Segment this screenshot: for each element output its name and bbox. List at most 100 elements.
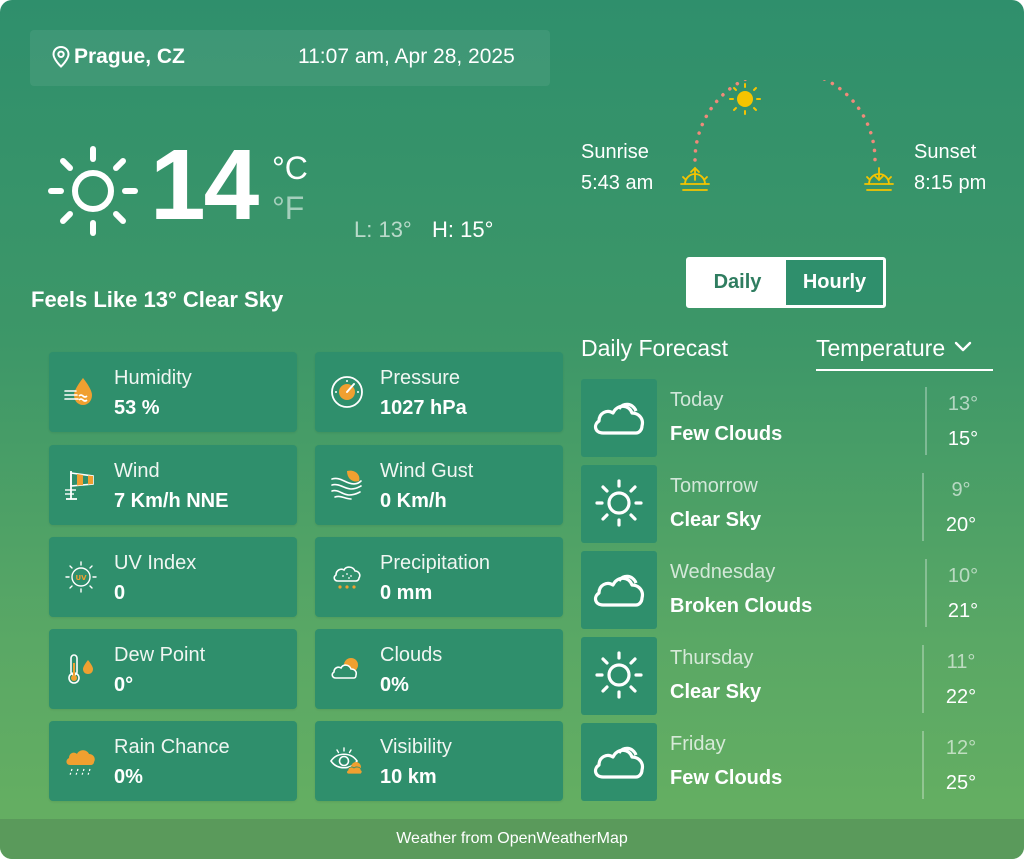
- uv-index-icon: UV: [65, 561, 97, 593]
- forecast-condition: Broken Clouds: [670, 595, 813, 617]
- footer-attribution[interactable]: Weather from OpenWeatherMap: [0, 819, 1024, 859]
- forecast-day: Today: [670, 389, 724, 411]
- windsock-icon: [65, 471, 94, 500]
- detail-value: 0%: [380, 674, 409, 696]
- chevron-down-icon: [954, 341, 972, 352]
- weather-app: Prague, CZ 11:07 am, Apr 28, 2025 14 °C …: [0, 0, 1024, 859]
- sunrise-info: Sunrise 5:43 am: [581, 137, 653, 199]
- forecast-condition: Clear Sky: [670, 681, 762, 703]
- forecast-icon-box: [581, 723, 657, 801]
- detail-value: 0 Km/h: [380, 490, 447, 512]
- forecast-row[interactable]: Tomorrow Clear Sky 9° 20°: [581, 465, 1001, 543]
- forecast-row[interactable]: Thursday Clear Sky 11° 22°: [581, 637, 1001, 715]
- forecast-day: Friday: [670, 733, 726, 755]
- forecast-day: Wednesday: [670, 561, 776, 583]
- precipitation-icon: [333, 566, 361, 589]
- divider: [925, 387, 927, 455]
- detail-card-wind: Wind 7 Km/h NNE: [49, 445, 297, 525]
- location-bar: Prague, CZ 11:07 am, Apr 28, 2025: [30, 30, 550, 86]
- detail-label: Visibility: [380, 736, 452, 758]
- sunset-icon: [864, 167, 894, 191]
- detail-label: Rain Chance: [114, 736, 230, 758]
- detail-card-uv-index: UV UV Index 0: [49, 537, 297, 617]
- detail-label: Pressure: [380, 367, 461, 389]
- detail-card-humidity: Humidity 53 %: [49, 352, 297, 432]
- cloud-sun-icon: [331, 658, 358, 679]
- feels-like: Feels Like 13° Clear Sky: [31, 287, 284, 312]
- broken-clouds-icon: [593, 574, 645, 607]
- daily-button[interactable]: Daily: [689, 260, 786, 305]
- rain-cloud-icon: [66, 750, 95, 776]
- forecast-high: 25°: [945, 772, 977, 794]
- hourly-button[interactable]: Hourly: [786, 260, 883, 305]
- divider: [925, 559, 927, 627]
- cloud-icon: [593, 402, 645, 435]
- forecast-metric-value: Temperature: [816, 335, 946, 361]
- detail-label: Humidity: [114, 367, 192, 389]
- detail-value: 0: [114, 582, 126, 604]
- divider: [922, 645, 924, 713]
- forecast-condition: Few Clouds: [670, 423, 783, 445]
- detail-card-dew-point: Dew Point 0°: [49, 629, 297, 709]
- current-sun-icon: [729, 83, 761, 115]
- divider: [922, 731, 924, 799]
- divider: [922, 473, 924, 541]
- forecast-icon-box: [581, 465, 657, 543]
- forecast-day: Tomorrow: [670, 475, 758, 497]
- forecast-low: 11°: [946, 651, 976, 673]
- sunset-info: Sunset 8:15 pm: [914, 137, 986, 199]
- forecast-low: 9°: [951, 479, 971, 501]
- forecast-row[interactable]: Today Few Clouds 13° 15°: [581, 379, 1001, 457]
- detail-value: 0%: [114, 766, 143, 788]
- cloud-icon: [593, 746, 645, 779]
- forecast-high: 20°: [945, 514, 977, 536]
- forecast-row[interactable]: Friday Few Clouds 12° 25°: [581, 723, 1001, 801]
- detail-value: 0 mm: [380, 582, 433, 604]
- detail-card-precipitation: Precipitation 0 mm: [315, 537, 563, 617]
- pressure-gauge-icon: [331, 376, 363, 408]
- detail-value: 1027 hPa: [380, 397, 467, 419]
- high-temperature: H: 15°: [432, 217, 494, 242]
- daily-forecast-title: Daily Forecast: [581, 335, 728, 361]
- detail-label: Wind Gust: [380, 460, 474, 482]
- detail-card-visibility: Visibility 10 km: [315, 721, 563, 801]
- forecast-high: 15°: [947, 428, 979, 450]
- svg-text:UV: UV: [75, 574, 87, 582]
- unit-celsius[interactable]: °C: [272, 150, 308, 187]
- sun-icon: [595, 479, 643, 527]
- current-temperature: 14: [150, 129, 259, 241]
- sunset-time: 8:15 pm: [914, 172, 987, 194]
- detail-label: Wind: [114, 460, 160, 482]
- forecast-high: 22°: [945, 686, 977, 708]
- detail-label: Dew Point: [114, 644, 206, 666]
- sunrise-time: 5:43 am: [581, 172, 654, 194]
- forecast-low: 12°: [945, 737, 977, 759]
- date-time: 11:07 am, Apr 28, 2025: [298, 45, 515, 68]
- detail-card-clouds: Clouds 0%: [315, 629, 563, 709]
- sunrise-icon: [680, 166, 710, 191]
- forecast-icon-box: [581, 637, 657, 715]
- forecast-low: 13°: [947, 393, 979, 415]
- map-pin-icon: [52, 46, 70, 68]
- detail-value: 0°: [114, 674, 134, 696]
- forecast-row[interactable]: Wednesday Broken Clouds 10° 21°: [581, 551, 1001, 629]
- detail-card-wind-gust: Wind Gust 0 Km/h: [315, 445, 563, 525]
- sun-icon: [48, 146, 138, 236]
- forecast-day: Thursday: [670, 647, 754, 669]
- detail-value: 10 km: [380, 766, 437, 788]
- sun-icon: [595, 651, 643, 699]
- thermometer-drop-icon: [68, 654, 93, 684]
- forecast-metric-select[interactable]: Temperature: [816, 335, 993, 371]
- forecast-icon-box: [581, 379, 657, 457]
- wind-gust-icon: [331, 470, 362, 500]
- eye-icon: [330, 747, 363, 775]
- location[interactable]: Prague, CZ: [52, 45, 185, 69]
- sunset-label: Sunset: [914, 141, 977, 163]
- detail-value: 7 Km/h NNE: [114, 490, 229, 512]
- forecast-condition: Clear Sky: [670, 509, 762, 531]
- forecast-high: 21°: [947, 600, 979, 622]
- detail-label: Precipitation: [380, 552, 491, 574]
- unit-fahrenheit[interactable]: °F: [272, 190, 304, 227]
- detail-card-rain-chance: Rain Chance 0%: [49, 721, 297, 801]
- humidity-icon: [64, 378, 92, 405]
